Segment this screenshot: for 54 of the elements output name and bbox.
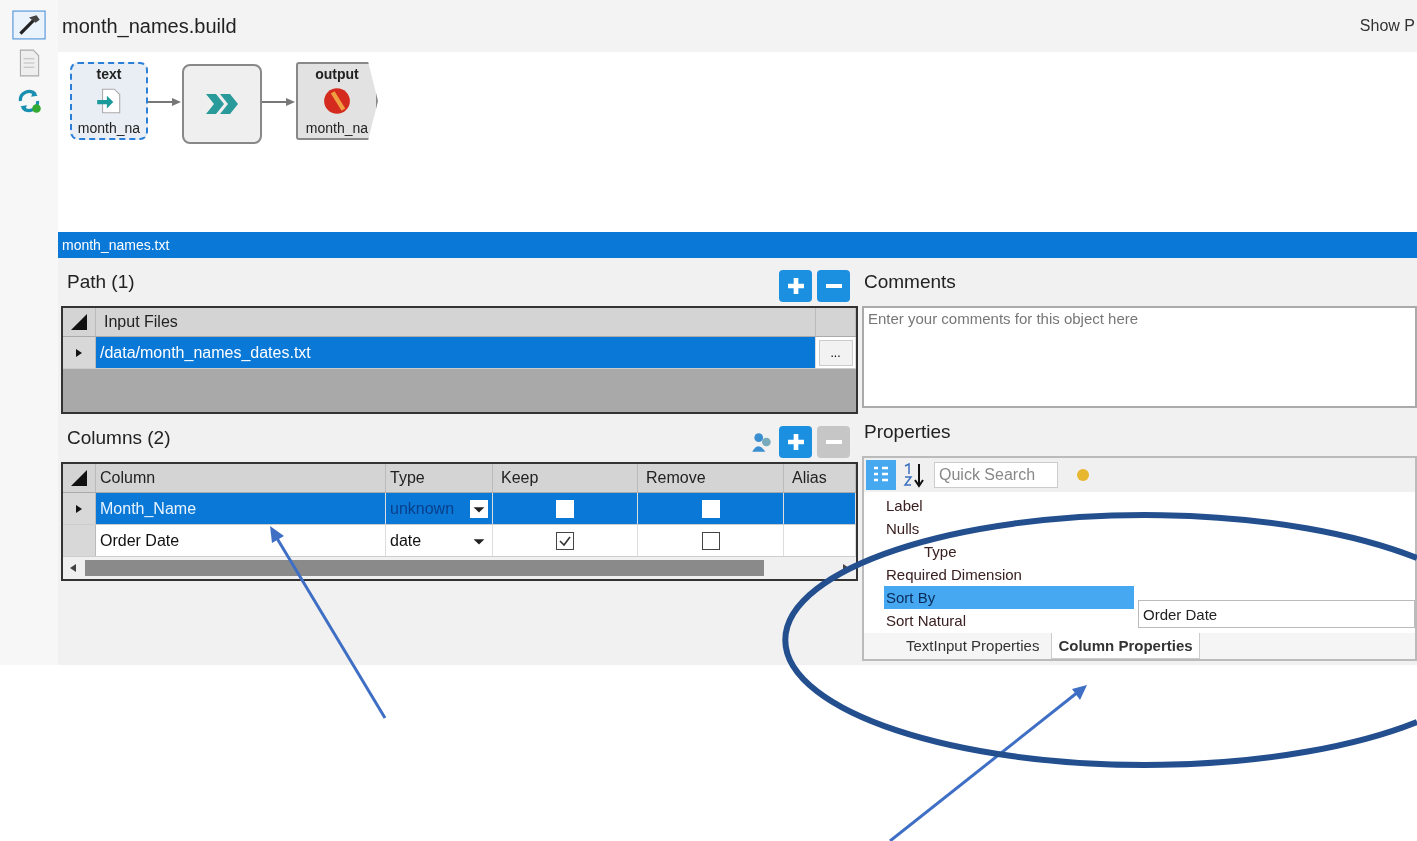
people-icon[interactable]	[750, 430, 774, 454]
show-button[interactable]: Show P	[1359, 17, 1417, 35]
horizontal-scrollbar[interactable]	[63, 557, 856, 579]
browse-button[interactable]: ...	[818, 339, 853, 366]
column-header[interactable]: Alias	[784, 464, 856, 492]
column-header[interactable]: Remove	[638, 464, 784, 492]
corner-icon	[71, 314, 87, 330]
property-item[interactable]: Sort By	[884, 586, 1134, 609]
minus-icon	[825, 284, 842, 288]
keep-checkbox[interactable]	[556, 531, 574, 550]
column-header[interactable]: Keep	[493, 464, 638, 492]
scroll-left-icon	[69, 563, 77, 573]
dropdown-option[interactable]: Order Date	[1143, 605, 1218, 623]
type-dropdown[interactable]: date	[390, 531, 488, 550]
tab[interactable]: Column Properties	[1051, 633, 1200, 659]
remove-checkbox[interactable]	[701, 531, 720, 550]
window-title: month_names.build	[61, 14, 237, 38]
row-pointer-icon	[75, 503, 83, 514]
object-title-bar: month_names.txt	[58, 232, 1417, 258]
minus-icon	[825, 440, 842, 444]
table-row[interactable]: Order Date date	[63, 525, 856, 557]
property-item[interactable]: Type	[884, 540, 1134, 563]
section-title: Comments	[864, 271, 956, 293]
comments-field[interactable]: Enter your comments for this object here	[862, 306, 1417, 408]
section-title: Path (1)	[67, 271, 135, 293]
property-item[interactable]: Nulls	[884, 517, 1134, 540]
table-cell: Order Date	[100, 531, 180, 550]
add-button[interactable]	[779, 426, 812, 458]
workflow-node[interactable]: output month_na	[296, 62, 378, 140]
info-dot-icon[interactable]	[1076, 468, 1090, 482]
add-button[interactable]	[779, 270, 812, 302]
column-header[interactable]: Column	[96, 464, 386, 492]
column-header[interactable]: Type	[386, 464, 493, 492]
property-item[interactable]: Sort Natural	[884, 609, 1134, 632]
connector-arrow	[262, 97, 296, 107]
hammer-icon[interactable]	[11, 10, 47, 40]
table-cell: Month_Name	[100, 499, 197, 518]
workflow-node[interactable]: text month_na	[70, 62, 148, 140]
connector-arrow	[148, 97, 182, 107]
plus-icon	[787, 278, 804, 294]
corner-icon	[71, 470, 87, 486]
ball-icon	[322, 86, 352, 116]
quick-search-field[interactable]: Quick Search	[934, 462, 1058, 488]
section-title: Columns (2)	[67, 427, 171, 449]
property-item[interactable]: Label	[884, 494, 1134, 517]
plus-icon	[787, 434, 804, 450]
workflow-node[interactable]	[182, 64, 262, 144]
remove-button[interactable]	[817, 270, 850, 302]
table-cell[interactable]: /data/month_names_dates.txt	[96, 337, 816, 368]
section-title: Properties	[864, 421, 951, 443]
row-pointer-icon	[75, 347, 83, 358]
tab[interactable]: TextInput Properties	[900, 633, 1046, 659]
property-item[interactable]: Required Dimension	[884, 563, 1134, 586]
caret-icon	[470, 499, 488, 518]
